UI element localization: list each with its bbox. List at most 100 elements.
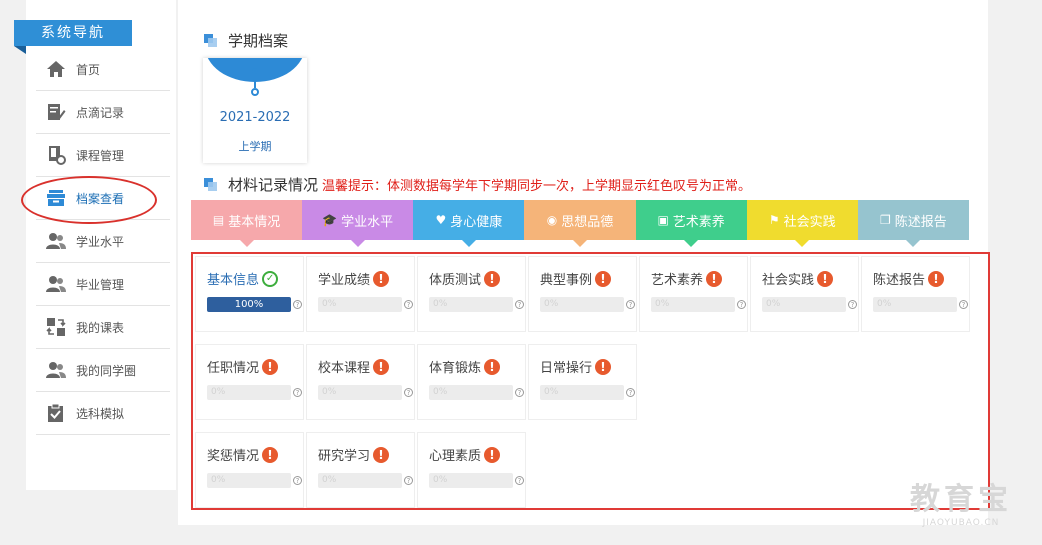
progress-bar: 0% (207, 385, 291, 400)
progress-text: 0% (433, 387, 448, 397)
cell-title: 任职情况! (207, 357, 279, 376)
help-icon[interactable]: ? (404, 388, 413, 397)
sidebar-item-5[interactable]: 毕业管理 (36, 263, 170, 306)
sidebar-item-label: 我的同学圈 (76, 363, 137, 378)
sidebar-item-label: 我的课表 (76, 320, 125, 335)
cell-name: 体质测试 (429, 273, 482, 288)
sidebar-item-0[interactable]: 首页 (36, 48, 170, 91)
help-icon[interactable]: ? (737, 300, 746, 309)
semester-card[interactable]: 2021-2022 上学期 (203, 58, 307, 163)
edit-note-icon (36, 103, 76, 121)
help-icon[interactable]: ? (626, 300, 635, 309)
watermark-logo: 教育宝 (910, 482, 1012, 517)
help-icon[interactable]: ? (515, 476, 524, 485)
material-cell[interactable]: 陈述报告! 0%? (861, 256, 970, 332)
material-cell[interactable]: 任职情况! 0%? (195, 344, 304, 420)
pin-line (254, 74, 256, 88)
progress-text: 0% (322, 475, 337, 485)
cell-name: 任职情况 (207, 361, 260, 376)
sidebar-item-3[interactable]: 档案查看 (36, 177, 170, 220)
help-icon[interactable]: ? (293, 388, 302, 397)
checklist-icon (36, 403, 76, 423)
sidebar: 系统导航 首页 点滴记录 课程管理 档案查看 学业水平 毕业管理 我的课表 我的同学圈 选科模拟 (14, 0, 176, 490)
progress-bar: 0% (207, 473, 291, 488)
material-cell[interactable]: 学业成绩! 0%? (306, 256, 415, 332)
sidebar-item-6[interactable]: 我的课表 (36, 306, 170, 349)
help-icon[interactable]: ? (515, 300, 524, 309)
material-cell[interactable]: 心理素质! 0%? (417, 432, 526, 508)
graduation-cap-icon: 🎓 (322, 213, 338, 227)
tab-label: 身心健康 (450, 214, 503, 230)
cell-name: 陈述报告 (873, 273, 926, 288)
warning-icon: ! (373, 446, 390, 463)
cell-name: 社会实践 (762, 273, 815, 288)
help-icon[interactable]: ? (404, 300, 413, 309)
sidebar-item-2[interactable]: 课程管理 (36, 134, 170, 177)
sidebar-item-7[interactable]: 我的同学圈 (36, 349, 170, 392)
cell-title: 心理素质! (429, 445, 501, 464)
tab-5[interactable]: ⚑ 社会实践 (746, 200, 858, 247)
help-icon[interactable]: ? (404, 476, 413, 485)
tab-6[interactable]: ❐ 陈述报告 (857, 200, 969, 247)
sidebar-item-label: 毕业管理 (76, 277, 125, 292)
help-icon[interactable]: ? (626, 388, 635, 397)
material-cell[interactable]: 体育锻炼! 0%? (417, 344, 526, 420)
tab-1[interactable]: 🎓 学业水平 (302, 200, 414, 247)
warning-icon: ! (706, 270, 723, 287)
material-cell[interactable]: 基本信息 ✓ 100%? (195, 256, 304, 332)
progress-text: 0% (544, 387, 559, 397)
cell-name: 艺术素养 (651, 273, 704, 288)
pin-end (251, 88, 259, 96)
tab-label: 社会实践 (783, 214, 836, 230)
material-cell[interactable]: 校本课程! 0%? (306, 344, 415, 420)
users-icon (36, 361, 76, 379)
cell-title: 基本信息 ✓ (207, 269, 279, 288)
sidebar-item-4[interactable]: 学业水平 (36, 220, 170, 263)
cell-name: 奖惩情况 (207, 449, 260, 464)
progress-bar: 0% (873, 297, 957, 312)
material-cell[interactable]: 奖惩情况! 0%? (195, 432, 304, 508)
cell-title: 日常操行! (540, 357, 612, 376)
progress-text: 100% (234, 299, 264, 310)
materials-section-title: 材料记录情况 温馨提示：体测数据每学年下学期同步一次，上学期显示红色叹号为正常。 (204, 174, 751, 195)
help-icon[interactable]: ? (959, 300, 968, 309)
help-icon[interactable]: ? (848, 300, 857, 309)
material-cell[interactable]: 体质测试! 0%? (417, 256, 526, 332)
sidebar-item-1[interactable]: 点滴记录 (36, 91, 170, 134)
archive-box-icon (36, 189, 76, 207)
tab-0[interactable]: ▤ 基本情况 (191, 200, 303, 247)
progress-bar: 0% (651, 297, 735, 312)
tab-4[interactable]: ▣ 艺术素养 (635, 200, 747, 247)
progress-text: 0% (766, 299, 781, 309)
cell-title: 艺术素养! (651, 269, 723, 288)
material-cell[interactable]: 典型事例! 0%? (528, 256, 637, 332)
tab-2[interactable]: ♥ 身心健康 (413, 200, 525, 247)
nav-list: 首页 点滴记录课程管理档案查看 学业水平毕业管理我的课表我的同学圈选科模拟 (36, 48, 170, 435)
sidebar-item-label: 课程管理 (76, 148, 125, 163)
heartbeat-icon: ♥ (435, 213, 447, 227)
warning-icon: ! (484, 358, 501, 375)
progress-text: 0% (211, 387, 226, 397)
cell-name: 基本信息 (207, 273, 260, 288)
warning-icon: ! (262, 446, 279, 463)
document-icon: ▤ (212, 213, 225, 227)
material-cell[interactable]: 研究学习! 0%? (306, 432, 415, 508)
progress-text: 0% (322, 387, 337, 397)
progress-bar: 0% (540, 297, 624, 312)
help-icon[interactable]: ? (293, 476, 302, 485)
main-content: 学期档案 2021-2022 上学期 材料记录情况 温馨提示：体测数据每学年下学… (178, 0, 990, 525)
lifebuoy-icon: ◉ (546, 213, 558, 227)
copy-icon: ❐ (880, 213, 891, 227)
progress-text: 0% (544, 299, 559, 309)
progress-text: 0% (433, 299, 448, 309)
material-cell[interactable]: 社会实践! 0%? (750, 256, 859, 332)
cell-title: 奖惩情况! (207, 445, 279, 464)
sidebar-item-8[interactable]: 选科模拟 (36, 392, 170, 435)
tab-3[interactable]: ◉ 思想品德 (524, 200, 636, 247)
cell-title: 典型事例! (540, 269, 612, 288)
material-cell[interactable]: 艺术素养! 0%? (639, 256, 748, 332)
material-cell[interactable]: 日常操行! 0%? (528, 344, 637, 420)
warning-icon: ! (373, 358, 390, 375)
help-icon[interactable]: ? (515, 388, 524, 397)
help-icon[interactable]: ? (293, 300, 302, 309)
